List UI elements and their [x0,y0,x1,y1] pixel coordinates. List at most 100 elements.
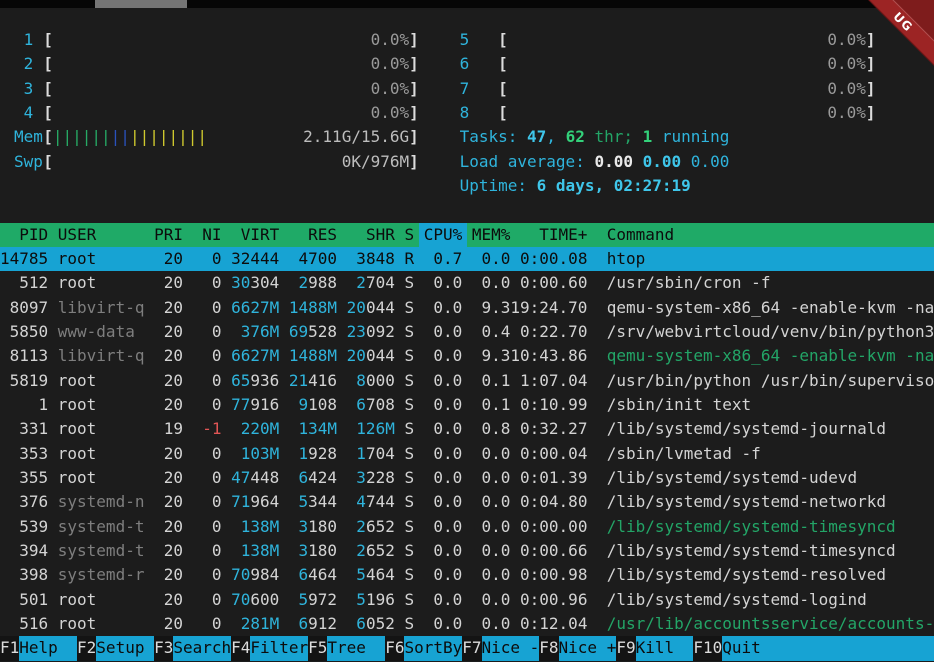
column-header-shr[interactable]: SHR [366,223,395,247]
process-row-5819[interactable]: 5819root20065936214168000S0.00.11:07.04/… [0,369,934,393]
cell-time: 0:00.96 [520,588,587,612]
uptime-display-part: 6 days, 02:27:19 [537,176,691,195]
cell-ni: 0 [212,271,222,295]
process-row-355[interactable]: 355root2004744864243228S0.00.00:01.39/li… [0,466,934,490]
cell-res: 69 [289,320,308,344]
window-top-strip [0,0,934,8]
process-row-331[interactable]: 331root19-1220M134M126MS0.00.80:32.27/li… [0,417,934,441]
cell-time: 0:12.04 [520,612,587,636]
column-header-user[interactable]: USER [58,223,97,247]
column-header-time[interactable]: TIME+ [539,223,587,247]
cell-virt: 138M [241,515,280,539]
process-row-516[interactable]: 516root200281M69126052S0.00.00:12.04/usr… [0,612,934,636]
process-row-8097[interactable]: 8097libvirt-q2006627M1488M20044S0.09.319… [0,296,934,320]
cell-ni: -1 [202,417,221,441]
fkey-f2-key[interactable]: F2 [77,636,96,660]
mem-meter-value: 2.11G/15.6G [303,125,409,149]
cell-time: 0:00.00 [520,515,587,539]
fkey-f7-key[interactable]: F7 [462,636,481,660]
cell-pri: 20 [164,466,183,490]
cell-time: 0:10.99 [520,393,587,417]
fkey-f8-label[interactable]: Nice + [559,636,617,660]
column-header-s[interactable]: S [404,223,414,247]
column-header-mem[interactable]: MEM% [472,223,511,247]
meter-bracket-open-icon: [ [498,28,508,52]
process-row-1[interactable]: 1root2007791691086708S0.00.10:10.99/sbin… [0,393,934,417]
cell-mem-pct: 0.4 [482,320,511,344]
cell-shr: 1 [356,442,366,466]
cell-pid: 516 [19,612,48,636]
process-row-394[interactable]: 394systemd-t200138M31802652S0.00.00:00.6… [0,539,934,563]
cell-user: root [58,466,97,490]
cell-pri: 20 [164,247,183,271]
process-row-539[interactable]: 539systemd-t200138M31802652S0.00.00:00.0… [0,515,934,539]
column-header-res[interactable]: RES [308,223,337,247]
cell-command: qemu-system-x86_64 -enable-kvm -na [607,296,934,320]
process-row-5850[interactable]: 5850www-data200376M6952823092S0.00.40:22… [0,320,934,344]
cell-virt: 916 [250,393,279,417]
fkey-f10-label[interactable]: Quit [722,636,934,660]
cell-shr: 092 [366,320,395,344]
fkey-f5-key[interactable]: F5 [308,636,327,660]
fkey-f7-label[interactable]: Nice - [482,636,540,660]
fkey-f6-key[interactable]: F6 [385,636,404,660]
process-row-376[interactable]: 376systemd-n2007196453444744S0.00.00:04.… [0,490,934,514]
process-row-14785[interactable]: 14785root2003244447003848R0.70.00:00.08h… [0,247,934,271]
fkey-f6-label[interactable]: SortBy [404,636,462,660]
fkey-f9-key[interactable]: F9 [616,636,635,660]
process-row-512[interactable]: 512root2003030429882704S0.00.00:00.60/us… [0,271,934,295]
cell-pri: 20 [164,588,183,612]
fkey-f2-label[interactable]: Setup [96,636,154,660]
cell-state: S [404,588,414,612]
window-tab-handle[interactable] [95,0,187,8]
column-header-pid[interactable]: PID [19,223,48,247]
cell-res: 21 [289,369,308,393]
column-header-command[interactable]: Command [607,223,674,247]
cell-time: 0:00.08 [520,247,587,271]
meter-bracket-open-icon: [ [498,77,508,101]
process-row-398[interactable]: 398systemd-r2007098464645464S0.00.00:00.… [0,563,934,587]
fkey-f1-key[interactable]: F1 [0,636,19,660]
cell-virt: 6627M [231,296,279,320]
tasks-summary-part: 47 [527,127,546,146]
fkey-f4-label[interactable]: Filter [250,636,308,660]
cell-cpu-pct: 0.0 [433,612,462,636]
cell-state: S [404,393,414,417]
meter-bracket-open-icon: [ [498,52,508,76]
fkey-f10-key[interactable]: F10 [693,636,722,660]
process-row-501[interactable]: 501root2007060059725196S0.00.00:00.96/li… [0,588,934,612]
cell-pri: 20 [164,515,183,539]
cell-pri: 20 [164,296,183,320]
cell-virt: 936 [250,369,279,393]
column-header-virt[interactable]: VIRT [241,223,280,247]
mem-meter-label: Mem [14,125,43,149]
cell-time: 0:00.66 [520,539,587,563]
cell-mem-pct: 0.0 [482,588,511,612]
process-row-8113[interactable]: 8113libvirt-q2006627M1488M20044S0.09.310… [0,344,934,368]
cell-user: systemd-r [58,563,145,587]
fkey-f4-key[interactable]: F4 [231,636,250,660]
fkey-f9-label[interactable]: Kill [636,636,694,660]
meter-bracket-open-icon: [ [498,101,508,125]
cell-mem-pct: 0.0 [482,515,511,539]
fkey-f5-label[interactable]: Tree [327,636,385,660]
column-header-cpu[interactable]: CPU% [419,223,467,247]
cell-user: root [58,271,97,295]
cell-res: 180 [308,539,337,563]
cell-ni: 0 [212,466,222,490]
cell-res: 528 [308,320,337,344]
cell-command: qemu-system-x86_64 -enable-kvm -na [607,344,934,368]
fkey-f3-key[interactable]: F3 [154,636,173,660]
fkey-f8-key[interactable]: F8 [539,636,558,660]
debug-ribbon: UG [854,0,934,80]
cell-res: 134M [299,417,338,441]
cell-cpu-pct: 0.0 [433,588,462,612]
meter-bracket-close-icon: ] [866,77,876,101]
fkey-f3-label[interactable]: Search [173,636,231,660]
column-header-ni[interactable]: NI [202,223,221,247]
cell-state: S [404,271,414,295]
process-row-353[interactable]: 353root200103M19281704S0.00.00:00.04/sbi… [0,442,934,466]
fkey-f1-label[interactable]: Help [19,636,77,660]
cell-shr: 6 [356,393,366,417]
column-header-pri[interactable]: PRI [154,223,183,247]
